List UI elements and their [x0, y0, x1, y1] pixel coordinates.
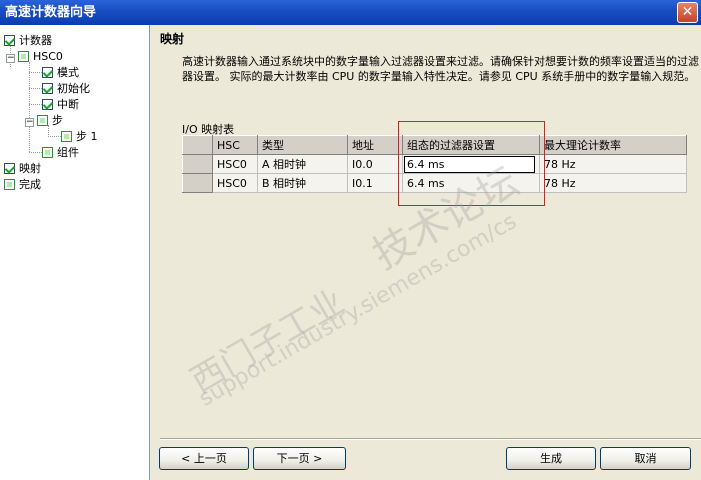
prev-button[interactable]: < 上一页: [159, 447, 249, 470]
next-button[interactable]: 下一页 >: [253, 447, 346, 470]
tree-item-mode[interactable]: 模式: [42, 65, 79, 81]
tree-item-finish[interactable]: 完成: [4, 177, 41, 193]
tree-item-label: 步: [52, 114, 63, 127]
tree-item-label: 组件: [57, 146, 79, 159]
tree-item-step[interactable]: − 步: [25, 113, 63, 129]
table-cell: B 相时钟: [257, 173, 348, 193]
tree-item-components[interactable]: 组件: [42, 145, 79, 161]
row-header[interactable]: [182, 154, 213, 174]
checkbox-checked-icon: [42, 99, 53, 110]
tree-item-label: 模式: [57, 66, 79, 79]
table-cell: HSC0: [212, 173, 258, 193]
description-text: 高速计数器输入通过系统块中的数字量输入过滤器设置来过滤。请确保针对想要计数的频率…: [182, 55, 699, 83]
column-header: 类型: [257, 135, 348, 155]
checkbox-partial-icon: [42, 147, 53, 158]
checkbox-checked-icon: [42, 67, 53, 78]
close-icon[interactable]: ✕: [677, 2, 698, 23]
table-cell: 78 Hz: [539, 154, 687, 174]
column-header: 最大理论计数率: [539, 135, 687, 155]
row-header[interactable]: [182, 173, 213, 193]
cancel-button[interactable]: 取消: [600, 447, 691, 470]
window-title: 高速计数器向导: [0, 0, 701, 25]
row-header-corner: [182, 135, 213, 155]
tree-item-mapping[interactable]: 映射: [4, 161, 41, 177]
navigation-tree: 计数器 − HSC0 模式 初始化 中断 − 步 步 1 组件 映射 完成: [0, 25, 150, 480]
collapse-icon[interactable]: −: [6, 54, 15, 63]
checkbox-partial-icon: [37, 115, 48, 126]
column-header: HSC: [212, 135, 258, 155]
collapse-icon[interactable]: −: [25, 118, 34, 127]
tree-item-label: 映射: [19, 162, 41, 175]
watermark-url: support.industry.siemens.com/cs: [195, 209, 521, 412]
generate-button[interactable]: 生成: [506, 447, 596, 470]
tree-item-init[interactable]: 初始化: [42, 81, 90, 97]
tree-item-counter[interactable]: 计数器: [4, 33, 52, 49]
tree-item-label: 计数器: [19, 34, 52, 47]
table-cell: HSC0: [212, 154, 258, 174]
checkbox-partial-icon: [4, 179, 15, 190]
tree-item-label: 初始化: [57, 82, 90, 95]
checkbox-checked-icon: [4, 163, 15, 174]
highlight-box: [398, 121, 545, 206]
tree-item-label: 完成: [19, 178, 41, 191]
table-cell: I0.0: [347, 154, 403, 174]
column-header: 地址: [347, 135, 403, 155]
watermark-text: 西门子工业: [184, 281, 352, 402]
checkbox-checked-icon: [42, 83, 53, 94]
table-cell: A 相时钟: [257, 154, 348, 174]
table-cell: 78 Hz: [539, 173, 687, 193]
tree-item-interrupt[interactable]: 中断: [42, 97, 79, 113]
page-title: 映射: [160, 32, 185, 46]
table-cell: I0.1: [347, 173, 403, 193]
checkbox-checked-icon: [4, 35, 15, 46]
tree-item-label: HSC0: [33, 50, 63, 63]
tree-item-label: 步 1: [76, 130, 98, 143]
tree-item-hsc0[interactable]: − HSC0: [6, 49, 63, 65]
tree-item-label: 中断: [57, 98, 79, 111]
divider: [160, 438, 701, 440]
checkbox-partial-icon: [18, 51, 29, 62]
checkbox-partial-icon: [61, 131, 72, 142]
tree-item-step-1[interactable]: 步 1: [61, 129, 98, 145]
